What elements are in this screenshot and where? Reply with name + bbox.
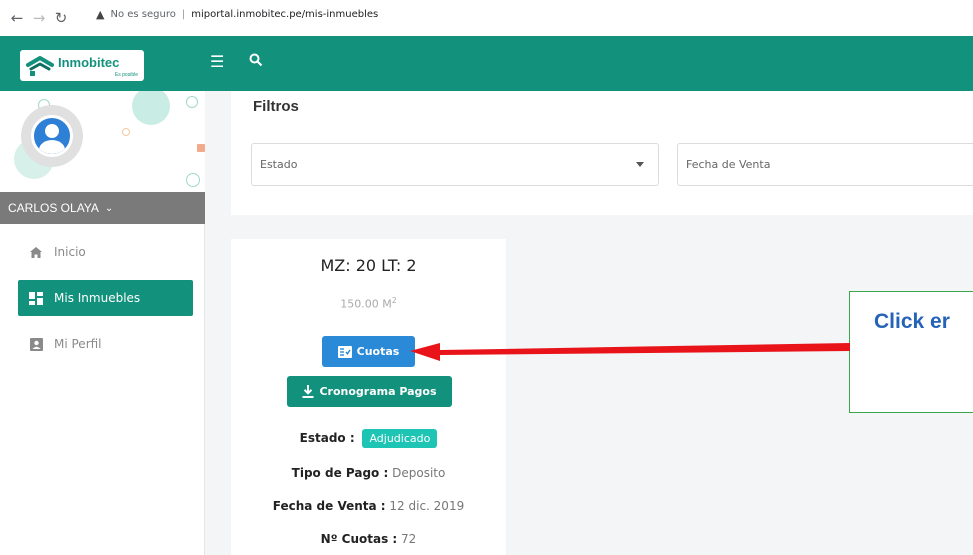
app-header: Inmobitec Es posible ☰ — [0, 36, 973, 91]
forward-arrow-icon[interactable]: → — [28, 9, 50, 27]
cuotas-button[interactable]: Cuotas — [322, 336, 415, 367]
num-cuotas-label: Nº Cuotas : — [320, 532, 398, 546]
cronograma-pagos-button[interactable]: Cronograma Pagos — [287, 376, 452, 407]
avatar-frame — [21, 105, 83, 167]
user-menu[interactable]: CARLOS OLAYA ⌄ — [0, 192, 205, 224]
decor-circle — [186, 96, 198, 108]
security-label: No es seguro — [110, 9, 176, 20]
address-bar[interactable]: ▲ No es seguro | miportal.inmobitec.pe/m… — [96, 8, 378, 21]
fecha-venta-row: Fecha de Venta : 12 dic. 2019 — [231, 499, 506, 513]
filters-card: Filtros Estado Fecha de Venta — [231, 91, 973, 215]
cronograma-button-label: Cronograma Pagos — [319, 385, 437, 398]
brand-name: Inmobitec — [58, 55, 120, 70]
home-icon — [28, 245, 44, 259]
tipo-pago-row: Tipo de Pago : Deposito — [231, 466, 506, 480]
estado-row: Estado : Adjudicado — [231, 429, 506, 448]
property-area-value: 150.00 M — [340, 297, 392, 311]
sidebar-item-label: Mi Perfil — [54, 337, 102, 351]
chevron-down-icon: ⌄ — [104, 202, 114, 214]
property-card: MZ: 20 LT: 2 150.00 M2 Cuotas Cronograma… — [231, 239, 506, 555]
logo[interactable]: Inmobitec Es posible — [20, 50, 144, 81]
brand-tagline: Es posible — [114, 72, 138, 78]
dashboard-icon — [28, 291, 44, 305]
warning-icon: ▲ — [96, 8, 105, 21]
property-area: 150.00 M2 — [231, 296, 506, 311]
profile-card-icon — [28, 337, 44, 351]
tipo-pago-label: Tipo de Pago : — [291, 466, 389, 480]
num-cuotas-row: Nº Cuotas : 72 — [231, 532, 506, 546]
estado-label: Estado : — [299, 431, 355, 445]
property-title: MZ: 20 LT: 2 — [320, 256, 417, 275]
checklist-icon — [337, 345, 352, 358]
sidebar-item-label: Inicio — [54, 245, 86, 259]
avatar[interactable] — [31, 115, 73, 157]
caret-down-icon — [636, 162, 644, 167]
address-separator: | — [181, 9, 186, 20]
estado-select-placeholder: Estado — [260, 158, 298, 171]
num-cuotas-value: 72 — [401, 532, 417, 546]
decor-dot — [122, 128, 130, 136]
estado-select[interactable]: Estado — [251, 143, 659, 186]
status-badge: Adjudicado — [362, 429, 438, 448]
download-icon — [302, 385, 314, 398]
sidebar: CARLOS OLAYA ⌄ Inicio Mis Inmuebles Mi P… — [0, 91, 205, 555]
profile-panel: CARLOS OLAYA ⌄ — [0, 91, 205, 224]
fecha-venta-label: Fecha de Venta : — [272, 499, 386, 513]
sidebar-item-inicio[interactable]: Inicio — [18, 234, 193, 270]
property-area-exponent: 2 — [391, 296, 397, 305]
search-icon[interactable] — [249, 53, 263, 67]
sidebar-nav: Inicio Mis Inmuebles Mi Perfil — [0, 231, 205, 372]
reload-icon[interactable]: ↻ — [50, 9, 72, 27]
url-text[interactable]: miportal.inmobitec.pe/mis-inmuebles — [191, 9, 378, 20]
annotation-text: Click er — [874, 310, 950, 333]
sidebar-item-mi-perfil[interactable]: Mi Perfil — [18, 326, 193, 362]
browser-toolbar: ← → ↻ ▲ No es seguro | miportal.inmobite… — [0, 0, 973, 36]
annotation-callout: Click er — [849, 291, 973, 413]
decor-circle — [132, 91, 170, 125]
back-arrow-icon[interactable]: ← — [6, 9, 28, 27]
fecha-venta-value: 12 dic. 2019 — [389, 499, 465, 513]
filters-title: Filtros — [253, 98, 299, 115]
logo-house-icon — [26, 55, 54, 76]
decor-circle — [186, 173, 200, 187]
sidebar-item-mis-inmuebles[interactable]: Mis Inmuebles — [18, 280, 193, 316]
user-name: CARLOS OLAYA — [8, 201, 99, 215]
hamburger-menu-icon[interactable]: ☰ — [210, 52, 224, 72]
decor-dot — [197, 144, 205, 152]
cuotas-button-label: Cuotas — [356, 345, 400, 358]
fecha-venta-field[interactable]: Fecha de Venta — [677, 143, 973, 186]
sidebar-item-label: Mis Inmuebles — [54, 291, 141, 305]
tipo-pago-value: Deposito — [392, 466, 446, 480]
fecha-venta-placeholder: Fecha de Venta — [686, 158, 771, 171]
